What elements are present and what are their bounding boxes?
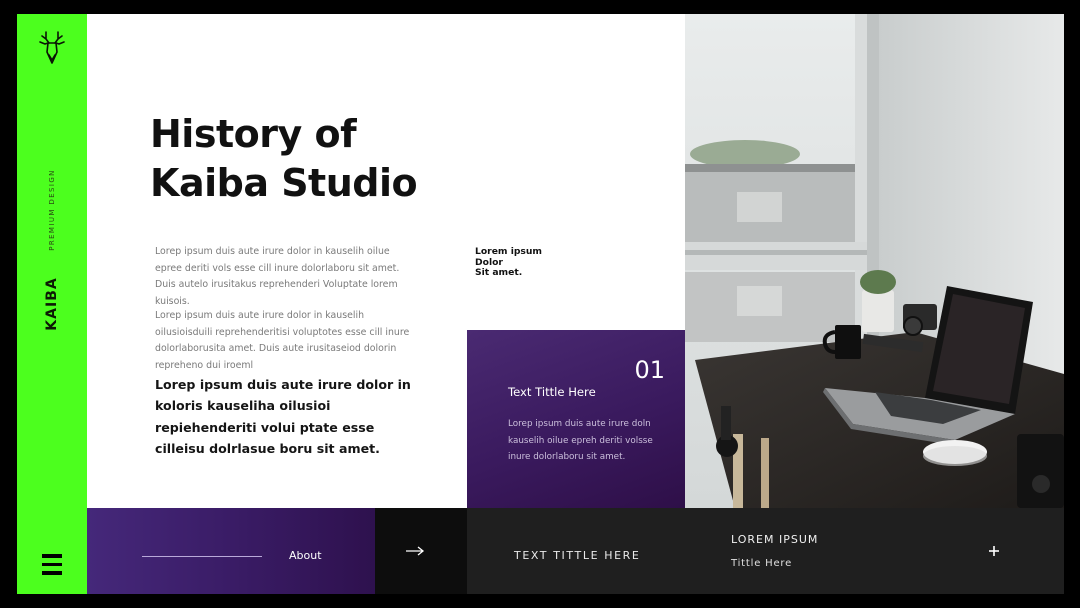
- page-title: History of Kaiba Studio: [150, 110, 470, 208]
- menu-icon[interactable]: [42, 554, 62, 577]
- about-label: About: [289, 549, 322, 562]
- feature-card: 01 Text Tittle Here Lorep ipsum duis aut…: [467, 330, 685, 508]
- side-note-line-3: Sit amet.: [475, 267, 523, 278]
- title-line-2: Kaiba Studio: [150, 161, 418, 205]
- card-text: Lorep ipsum duis aute irure doln kauseli…: [508, 419, 653, 462]
- lorem-label: LOREM IPSUM: [731, 533, 819, 546]
- bottom-bar: About TEXT TITTLE HERE LOREM IPSUM Tittl…: [87, 508, 1064, 594]
- sub-label: Tittle Here: [731, 558, 793, 569]
- section-title: TEXT TITTLE HERE: [514, 549, 641, 562]
- title-line-1: History of: [150, 112, 357, 156]
- next-button[interactable]: [375, 508, 467, 594]
- brand-tagline: PREMIUM DESIGN: [48, 169, 56, 251]
- side-note-line-1: Lorem ipsum: [475, 246, 543, 257]
- paragraph-2: Lorep ipsum duis aute irure dolor in kau…: [155, 310, 410, 371]
- paragraph-bold: Lorep ipsum duis aute irure dolor in kol…: [155, 377, 411, 456]
- paragraph-1: Lorep ipsum duis aute irure dolor in kau…: [155, 246, 400, 307]
- photo-illustration: [685, 14, 1064, 508]
- brand-name: KAIBA: [44, 277, 60, 331]
- info-panel: TEXT TITTLE HERE LOREM IPSUM Tittle Here: [467, 508, 1064, 594]
- about-divider: [142, 556, 262, 557]
- plus-icon[interactable]: [987, 544, 1001, 558]
- workspace-photo: [685, 14, 1064, 508]
- card-number: 01: [634, 356, 665, 384]
- about-button[interactable]: About: [87, 508, 375, 594]
- arrow-right-icon: [406, 546, 425, 556]
- side-note: Lorem ipsum Dolor Sit amet.: [475, 246, 555, 279]
- card-title: Text Tittle Here: [508, 385, 596, 399]
- sidebar: PREMIUM DESIGN KAIBA: [17, 14, 87, 594]
- slide: PREMIUM DESIGN KAIBA History of Kaiba St…: [17, 14, 1064, 594]
